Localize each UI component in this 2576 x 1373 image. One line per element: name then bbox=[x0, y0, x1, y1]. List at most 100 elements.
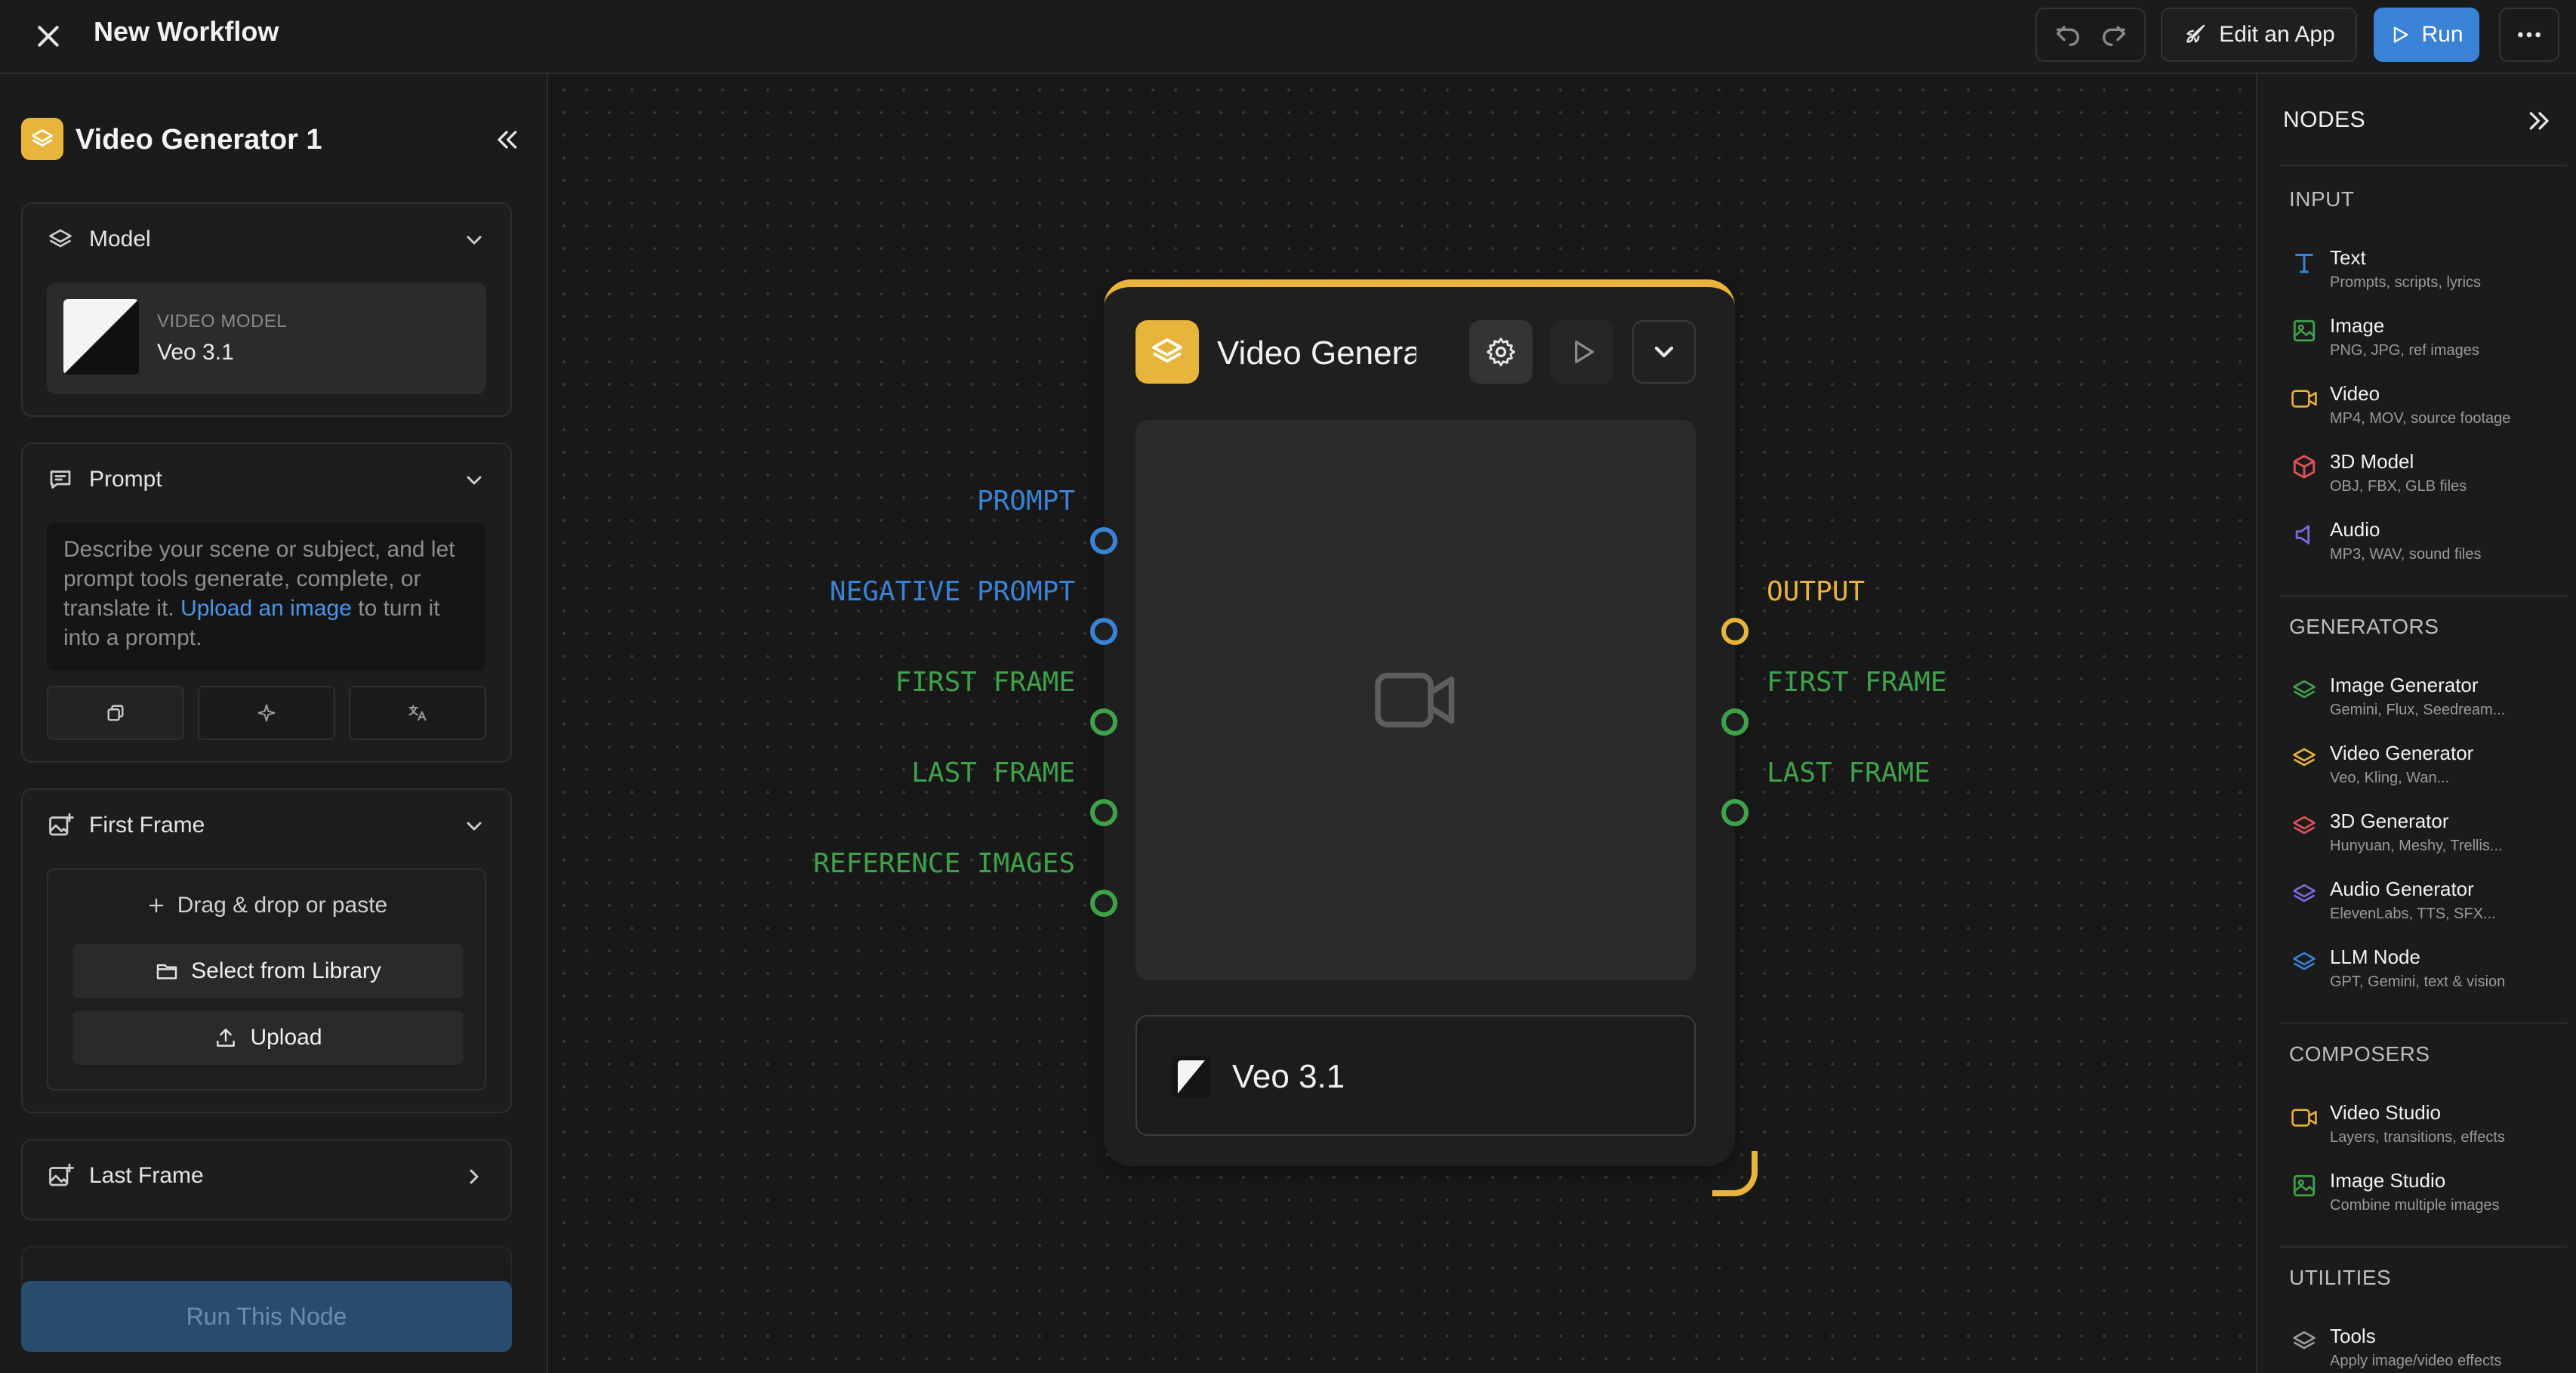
upload-button[interactable]: Upload bbox=[72, 1010, 464, 1065]
input-port-negative-prompt[interactable] bbox=[1090, 618, 1117, 645]
last-frame-section-toggle[interactable] bbox=[459, 1162, 489, 1192]
node-item-video-generator[interactable]: Video Generator Veo, Kling, Wan... bbox=[2289, 739, 2568, 799]
input-label-last-frame: LAST FRAME bbox=[911, 757, 1075, 788]
model-section-header[interactable]: Model bbox=[45, 224, 151, 255]
video-preview bbox=[1135, 420, 1696, 980]
image-plus-icon bbox=[45, 1161, 75, 1191]
upload-label: Upload bbox=[250, 1025, 322, 1050]
node-item-description: Layers, transitions, effects bbox=[2330, 1129, 2505, 1146]
output-port-last-frame[interactable] bbox=[1721, 799, 1749, 826]
model-name: Veo 3.1 bbox=[157, 340, 234, 365]
edit-app-button[interactable]: Edit an App bbox=[2161, 8, 2357, 62]
node-item-name: 3D Generator bbox=[2330, 810, 2449, 832]
node-item-name: Image bbox=[2330, 314, 2385, 337]
prompt-section-header[interactable]: Prompt bbox=[45, 464, 162, 495]
first-frame-drop-zone[interactable]: Drag & drop or paste Select from Library… bbox=[47, 869, 486, 1091]
node-title[interactable]: Video Generator 1 bbox=[1217, 332, 1416, 375]
node-badge bbox=[1135, 320, 1199, 384]
redo-button[interactable] bbox=[2093, 14, 2135, 56]
layers-icon bbox=[2289, 675, 2319, 705]
output-port-output[interactable] bbox=[1721, 618, 1749, 645]
node-item-description: OBJ, FBX, GLB files bbox=[2330, 478, 2467, 495]
input-port-reference-images[interactable] bbox=[1090, 890, 1117, 917]
node-item-video-studio[interactable]: Video Studio Layers, transitions, effects bbox=[2289, 1098, 2568, 1159]
input-port-first-frame[interactable] bbox=[1090, 708, 1117, 736]
first-frame-section-toggle[interactable] bbox=[459, 811, 489, 841]
input-label-reference-images: REFERENCE IMAGES bbox=[813, 848, 1075, 879]
upload-image-link[interactable]: Upload an image bbox=[180, 596, 352, 621]
node-item-name: Audio bbox=[2330, 518, 2380, 541]
last-frame-section: Last Frame bbox=[21, 1139, 512, 1220]
input-port-prompt[interactable] bbox=[1090, 527, 1117, 554]
message-square-icon bbox=[45, 464, 75, 495]
chevron-right-icon bbox=[470, 1169, 479, 1184]
more-menu-button[interactable] bbox=[2499, 8, 2559, 62]
chevrons-left-icon bbox=[498, 131, 517, 149]
input-port-last-frame[interactable] bbox=[1090, 799, 1117, 826]
node-item-name: Video Studio bbox=[2330, 1101, 2441, 1124]
node-model-selector[interactable]: Veo 3.1 bbox=[1135, 1015, 1696, 1136]
close-button[interactable] bbox=[27, 15, 69, 57]
prompt-complete-button[interactable] bbox=[47, 686, 184, 740]
category-composers: COMPOSERS bbox=[2289, 1042, 2430, 1066]
model-selector[interactable]: VIDEO MODEL Veo 3.1 bbox=[47, 282, 486, 394]
collapse-panel-button[interactable] bbox=[486, 119, 527, 160]
node-item-description: MP4, MOV, source footage bbox=[2330, 410, 2511, 427]
first-frame-section-header[interactable]: First Frame bbox=[45, 810, 205, 841]
node-run-button[interactable] bbox=[1551, 320, 1614, 384]
video-generator-node[interactable]: Video Generator 1 Veo 3.1 bbox=[1104, 279, 1735, 1166]
node-item-audio-generator[interactable]: Audio Generator ElevenLabs, TTS, SFX... bbox=[2289, 875, 2568, 935]
node-item-image-studio[interactable]: Image Studio Combine multiple images bbox=[2289, 1166, 2568, 1226]
chevron-down-icon bbox=[467, 236, 482, 245]
category-input: INPUT bbox=[2289, 187, 2355, 211]
category-divider bbox=[2280, 1246, 2567, 1248]
node-item-video[interactable]: Video MP4, MOV, source footage bbox=[2289, 379, 2568, 440]
workflow-canvas[interactable]: Video Generator 1 Veo 3.1 PROMPT NEGATIV… bbox=[550, 76, 2256, 1373]
collapse-nodes-panel-button[interactable] bbox=[2522, 103, 2558, 139]
more-horizontal-icon bbox=[2518, 32, 2541, 38]
input-label-negative-prompt: NEGATIVE PROMPT bbox=[829, 576, 1075, 607]
node-resize-handle[interactable] bbox=[1712, 1151, 1758, 1196]
output-port-first-frame[interactable] bbox=[1721, 708, 1749, 736]
category-divider bbox=[2280, 1023, 2567, 1024]
node-item-audio[interactable]: Audio MP3, WAV, sound files bbox=[2289, 515, 2568, 575]
image-icon bbox=[2289, 1171, 2319, 1201]
category-generators: GENERATORS bbox=[2289, 615, 2439, 638]
inspector-title[interactable]: Video Generator 1 bbox=[75, 121, 322, 159]
prompt-input[interactable]: Describe your scene or subject, and let … bbox=[47, 523, 486, 671]
layers-icon bbox=[2289, 947, 2319, 977]
prompt-section-toggle[interactable] bbox=[459, 465, 489, 495]
prompt-translate-button[interactable] bbox=[349, 686, 486, 740]
last-frame-section-header[interactable]: Last Frame bbox=[45, 1160, 204, 1192]
chevrons-right-icon bbox=[2529, 112, 2549, 130]
node-expand-button[interactable] bbox=[1632, 320, 1696, 384]
nodes-panel-title: NODES bbox=[2283, 107, 2366, 132]
node-item-tools[interactable]: Tools Apply image/video effects bbox=[2289, 1322, 2568, 1373]
node-item-description: Gemini, Flux, Seedream... bbox=[2330, 702, 2506, 718]
node-item-3d-generator[interactable]: 3D Generator Hunyuan, Meshy, Trellis... bbox=[2289, 807, 2568, 867]
output-label-first-frame: FIRST FRAME bbox=[1767, 667, 1947, 698]
node-settings-button[interactable] bbox=[1469, 320, 1533, 384]
model-logo bbox=[63, 299, 139, 375]
select-from-library-button[interactable]: Select from Library bbox=[72, 944, 464, 998]
model-section-toggle[interactable] bbox=[459, 225, 489, 255]
run-this-node-button[interactable]: Run This Node bbox=[21, 1281, 512, 1352]
text-icon bbox=[2289, 248, 2319, 278]
run-button[interactable]: Run bbox=[2374, 8, 2479, 62]
workflow-title[interactable]: New Workflow bbox=[94, 14, 279, 50]
layers-icon bbox=[2289, 1326, 2319, 1356]
node-item-description: Veo, Kling, Wan... bbox=[2330, 770, 2450, 786]
node-item-image[interactable]: Image PNG, JPG, ref images bbox=[2289, 311, 2568, 372]
undo-button[interactable] bbox=[2047, 14, 2089, 56]
node-item-text[interactable]: Text Prompts, scripts, lyrics bbox=[2289, 243, 2568, 304]
node-item-name: Video Generator bbox=[2330, 742, 2474, 764]
prompt-enhance-button[interactable] bbox=[198, 686, 335, 740]
prompt-tools bbox=[47, 686, 486, 740]
node-item-name: Audio Generator bbox=[2330, 878, 2474, 900]
node-item-3d-model[interactable]: 3D Model OBJ, FBX, GLB files bbox=[2289, 447, 2568, 508]
node-item-llm-node[interactable]: LLM Node GPT, Gemini, text & vision bbox=[2289, 943, 2568, 1003]
play-icon bbox=[2394, 26, 2408, 43]
node-badge bbox=[21, 118, 63, 160]
chevron-down-icon bbox=[467, 822, 482, 831]
node-item-image-generator[interactable]: Image Generator Gemini, Flux, Seedream... bbox=[2289, 671, 2568, 731]
